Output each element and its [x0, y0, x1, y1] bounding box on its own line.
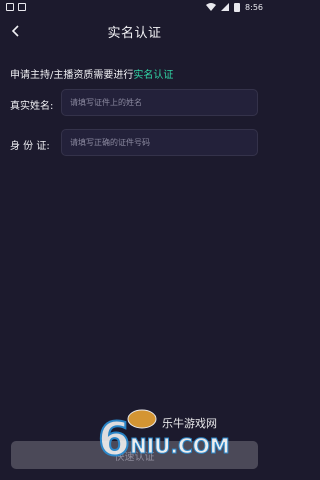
- app-notification-icon: [18, 3, 26, 11]
- watermark-text-main: NIU.COM: [130, 434, 230, 458]
- cow-mascot-icon: [127, 409, 157, 429]
- back-button[interactable]: [6, 21, 26, 41]
- nav-bar: 实名认证: [0, 17, 269, 45]
- app-notification-icon: [6, 3, 14, 11]
- notice-highlight: 实名认证: [133, 70, 174, 81]
- real-name-placeholder: 请填写证件上的姓名: [70, 98, 142, 107]
- verification-notice: 申请主持/主播资质需要进行实名认证: [10, 66, 173, 81]
- notice-text: 申请主持/主播资质需要进行: [10, 70, 134, 81]
- status-bar: 8:56: [0, 0, 269, 14]
- status-right: 8:56: [206, 2, 269, 12]
- battery-icon: [234, 2, 241, 12]
- id-card-input[interactable]: 请填写正确的证件号码: [61, 129, 258, 156]
- watermark-text-top: 乐牛游戏网: [162, 416, 217, 430]
- real-name-label: 真实姓名:: [10, 101, 54, 112]
- id-card-placeholder: 请填写正确的证件号码: [70, 138, 150, 147]
- site-watermark-logo: 6 乐牛游戏网 NIU.COM: [97, 409, 230, 465]
- id-card-label: 身 份 证:: [10, 141, 50, 152]
- status-time: 8:56: [245, 2, 263, 12]
- watermark-digit: 6: [98, 412, 130, 465]
- real-name-input[interactable]: 请填写证件上的姓名: [61, 89, 258, 116]
- chevron-left-icon: [11, 25, 19, 37]
- page-title: 实名认证: [107, 25, 162, 41]
- signal-icon: [221, 3, 230, 11]
- status-left-icons: [0, 3, 26, 11]
- wifi-icon: [206, 3, 217, 11]
